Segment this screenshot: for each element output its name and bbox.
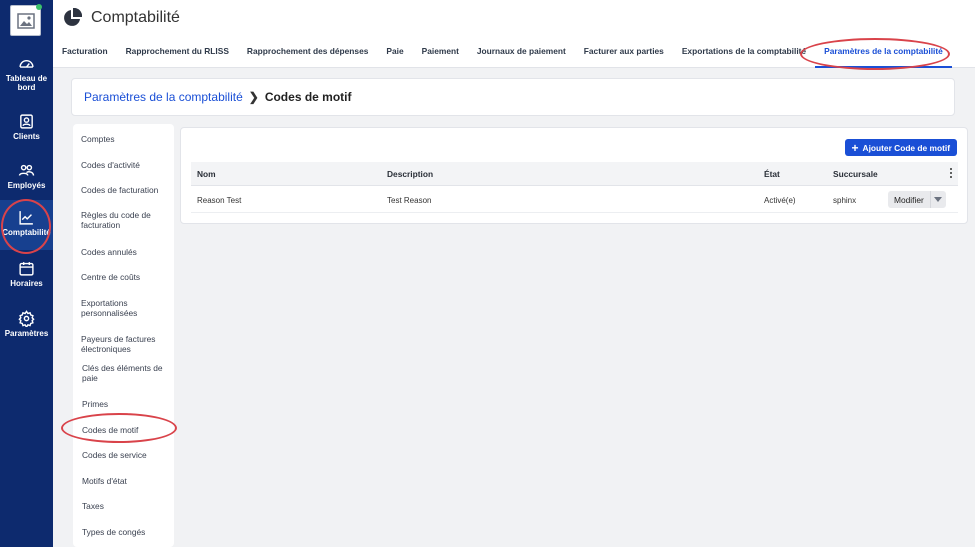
table-row: Reason Test Test Reason Activé(e) sphinx…: [191, 186, 958, 213]
menu-item-status-reasons[interactable]: Motifs d'état: [82, 476, 172, 486]
nav-label: Clients: [13, 132, 40, 141]
calendar-icon: [19, 262, 34, 276]
nav-item-clients[interactable]: Clients: [0, 113, 53, 141]
nav-item-accounting[interactable]: Comptabilité: [0, 200, 53, 250]
tab-payment[interactable]: Paiement: [413, 44, 468, 68]
table-header: Nom Description État Succursale: [191, 162, 958, 186]
tab-accounting-exports[interactable]: Exportations de la comptabilité: [673, 44, 815, 68]
column-header-name[interactable]: Nom: [197, 169, 216, 179]
chevron-right-icon: ❯: [248, 90, 259, 104]
cell-name: Reason Test: [197, 196, 242, 205]
nav-item-dashboard[interactable]: Tableau de bord: [0, 55, 53, 92]
menu-item-accounts[interactable]: Comptes: [81, 134, 171, 144]
nav-label: Comptabilité: [2, 228, 51, 237]
page-title: Comptabilité: [91, 9, 180, 26]
menu-item-bonuses[interactable]: Primes: [82, 399, 172, 409]
menu-item-cancelled-codes[interactable]: Codes annulés: [81, 247, 171, 257]
nav-item-employees[interactable]: Employés: [0, 162, 53, 190]
menu-item-custom-exports[interactable]: Exportations personnalisées: [81, 298, 171, 318]
breadcrumb-current: Codes de motif: [264, 90, 352, 104]
menu-item-billing-code-rules[interactable]: Règles du code de facturation: [81, 210, 171, 230]
reason-codes-panel: + Ajouter Code de motif Nom Description …: [180, 127, 968, 224]
tab-expense-reconciliation[interactable]: Rapprochement des dépenses: [238, 44, 377, 68]
tab-payroll[interactable]: Paie: [377, 44, 412, 68]
column-header-status[interactable]: État: [764, 169, 780, 179]
add-reason-code-button[interactable]: + Ajouter Code de motif: [844, 139, 957, 156]
modify-split-button: Modifier: [888, 191, 946, 208]
nav-label: Paramètres: [4, 329, 49, 338]
menu-item-payroll-keys[interactable]: Clés des éléments de paie: [82, 363, 172, 383]
status-dot: [36, 4, 42, 10]
menu-item-reason-codes[interactable]: Codes de motif: [82, 425, 172, 435]
settings-menu: Comptes Codes d'activité Codes de factur…: [73, 124, 174, 547]
nav-label: Employés: [7, 181, 46, 190]
column-header-description[interactable]: Description: [387, 169, 433, 179]
modify-button[interactable]: Modifier: [888, 191, 930, 208]
cell-branch: sphinx: [833, 196, 857, 205]
menu-item-cost-centres[interactable]: Centre de coûts: [81, 272, 171, 282]
breadcrumb: Paramètres de la comptabilité ❯ Codes de…: [71, 78, 955, 116]
menu-item-service-codes[interactable]: Codes de service: [82, 450, 172, 460]
add-button-label: Ajouter Code de motif: [862, 142, 950, 153]
trend-chart-icon: [19, 211, 33, 225]
nav-item-schedules[interactable]: Horaires: [0, 260, 53, 288]
menu-item-taxes[interactable]: Taxes: [82, 501, 172, 511]
caret-down-icon: [934, 197, 943, 202]
nav-item-settings[interactable]: Paramètres: [0, 310, 53, 338]
people-icon: [18, 164, 35, 176]
nav-label: Horaires: [10, 279, 43, 288]
tab-rliss-reconciliation[interactable]: Rapprochement du RLISS: [117, 44, 238, 68]
nav-label: Tableau de bord: [5, 74, 48, 92]
image-placeholder-icon: [16, 12, 35, 29]
tab-payment-journals[interactable]: Journaux de paiement: [468, 44, 575, 68]
column-header-branch[interactable]: Succursale: [833, 169, 878, 179]
app-logo[interactable]: [10, 4, 42, 36]
cell-description: Test Reason: [387, 196, 432, 205]
menu-item-activity-codes[interactable]: Codes d'activité: [81, 160, 171, 170]
menu-item-e-invoice-payers[interactable]: Payeurs de factures électroniques: [81, 334, 171, 354]
tab-bar: Facturation Rapprochement du RLISS Rappr…: [53, 44, 952, 68]
breadcrumb-parent-link[interactable]: Paramètres de la comptabilité: [84, 90, 243, 104]
tab-billing[interactable]: Facturation: [53, 44, 117, 68]
column-options-icon[interactable]: [950, 168, 953, 180]
modify-dropdown-toggle[interactable]: [929, 191, 946, 208]
sidebar: Tableau de bord Clients Employés Comptab…: [0, 0, 53, 547]
menu-item-leave-types[interactable]: Types de congés: [82, 527, 172, 537]
tab-bill-parties[interactable]: Facturer aux parties: [575, 44, 673, 68]
contact-card-icon: [20, 114, 33, 129]
tab-accounting-settings[interactable]: Paramètres de la comptabilité: [815, 44, 952, 68]
reason-codes-table: Nom Description État Succursale Reason T…: [191, 162, 958, 213]
plus-icon: +: [851, 140, 859, 155]
pie-chart-icon: [64, 8, 82, 26]
speedometer-icon: [19, 59, 34, 68]
menu-item-billing-codes[interactable]: Codes de facturation: [81, 185, 171, 195]
gear-icon: [18, 310, 35, 327]
page-header: Comptabilité Facturation Rapprochement d…: [53, 0, 975, 68]
cell-status: Activé(e): [764, 196, 796, 205]
